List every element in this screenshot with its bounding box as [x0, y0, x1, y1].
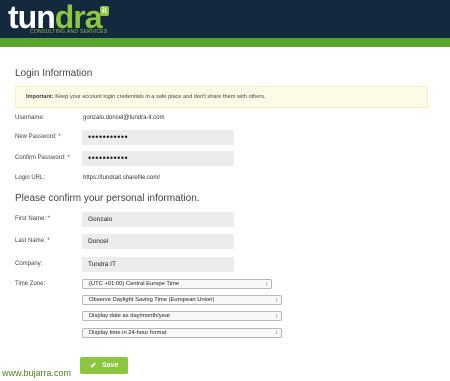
- login-section-title: Login Information: [15, 68, 93, 79]
- chevron-updown-icon: ↕: [275, 330, 279, 336]
- dst-selected: Observe Daylight Saving Time (European U…: [89, 297, 215, 303]
- company-field[interactable]: [82, 257, 234, 272]
- username-value: gonzalo.doncel@tundra-it.com: [83, 115, 165, 121]
- date-format-selected: Display date as day/month/year: [89, 313, 171, 319]
- watermark-text: www.bujarra.com: [2, 368, 72, 378]
- date-format-select[interactable]: Display date as day/month/year ↕: [82, 311, 282, 321]
- new-password-label: New Password: *: [15, 134, 61, 140]
- time-zone-label: Time Zone:: [15, 281, 46, 287]
- username-label: Username:: [15, 115, 45, 121]
- header-accent-bar: [0, 38, 450, 47]
- new-password-field[interactable]: [82, 130, 234, 145]
- time-format-selected: Display time in 24-hour format: [89, 330, 167, 336]
- security-notice: Important: Keep your account login crede…: [15, 86, 428, 108]
- notice-text: Keep your account login credentials in a…: [53, 94, 266, 100]
- confirm-password-field[interactable]: [82, 151, 234, 166]
- last-name-label: Last Name: *: [15, 238, 50, 244]
- company-label: Company:: [15, 261, 43, 267]
- first-name-label: First Name: *: [15, 216, 51, 222]
- confirm-password-label: Confirm Password: *: [15, 155, 70, 161]
- save-button-label: Save: [102, 362, 119, 369]
- save-button[interactable]: ✔ Save: [80, 357, 128, 374]
- personal-section-title: Please confirm your personal information…: [15, 193, 200, 204]
- app-header: tundra it CONSULTING AND SERVICES: [0, 0, 450, 38]
- chevron-updown-icon: ↕: [265, 281, 269, 287]
- chevron-updown-icon: ↕: [275, 313, 279, 319]
- first-name-field[interactable]: [82, 212, 234, 227]
- logo-superscript: it: [100, 6, 109, 16]
- chevron-updown-icon: ↕: [275, 297, 279, 303]
- logo-tagline: CONSULTING AND SERVICES: [30, 29, 108, 35]
- checkmark-icon: ✔: [90, 361, 97, 370]
- login-url-label: Login URL:: [15, 175, 46, 181]
- notice-bold: Important:: [26, 94, 54, 100]
- time-zone-select[interactable]: (UTC +01:00) Central Europe Time ↕: [82, 279, 272, 289]
- last-name-field[interactable]: [82, 234, 234, 249]
- time-zone-selected: (UTC +01:00) Central Europe Time: [89, 281, 180, 287]
- time-format-select[interactable]: Display time in 24-hour format ↕: [82, 328, 282, 338]
- login-url-value: https://tundrait.sharefile.com/: [83, 175, 161, 181]
- dst-select[interactable]: Observe Daylight Saving Time (European U…: [82, 295, 282, 305]
